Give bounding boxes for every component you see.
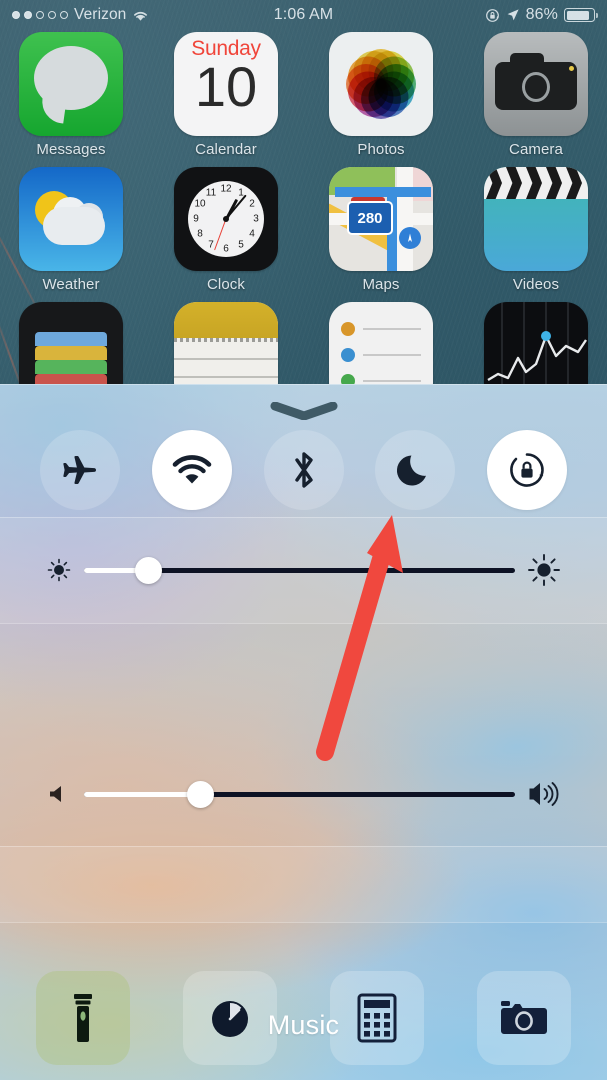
- clock-numeral: 9: [193, 213, 199, 225]
- maps-highway-shield: 280: [347, 201, 393, 235]
- separator-1: [0, 517, 607, 518]
- wifi-icon: [134, 11, 148, 21]
- app-maps[interactable]: 280 Maps: [328, 167, 434, 293]
- clock-numeral: 1: [238, 187, 244, 199]
- clock-numeral: 2: [249, 198, 255, 210]
- app-calendar[interactable]: Sunday 10 Calendar: [173, 32, 279, 158]
- battery-percent-label: 86%: [525, 6, 558, 23]
- separator-2: [0, 623, 607, 624]
- flashlight-icon: [74, 994, 92, 1042]
- calendar-day: 10: [194, 55, 258, 118]
- brightness-slider-track[interactable]: [84, 556, 515, 584]
- clock-numeral: 7: [208, 239, 214, 251]
- status-bar: Verizon 1:06 AM 86%: [0, 0, 607, 30]
- calendar-icon: Sunday 10: [174, 32, 278, 136]
- calculator-icon: [357, 993, 397, 1043]
- speaker-loud-icon: [529, 782, 559, 806]
- wifi-toggle[interactable]: [151, 430, 232, 510]
- rotation-lock-icon: [485, 8, 499, 22]
- app-label: Weather: [42, 276, 100, 293]
- moon-icon: [397, 455, 427, 486]
- app-label: Messages: [36, 141, 106, 158]
- camera-icon: [484, 32, 588, 136]
- bluetooth-toggle[interactable]: [263, 430, 344, 510]
- airdrop-band: [0, 846, 607, 922]
- brightness-slider-thumb[interactable]: [135, 556, 163, 584]
- weather-icon: [19, 167, 123, 271]
- app-label: Videos: [512, 276, 560, 293]
- clock-numeral: 3: [253, 213, 259, 225]
- brightness-high-icon: [528, 554, 560, 586]
- grabber-handle[interactable]: [270, 401, 338, 421]
- clock-numeral: 6: [223, 243, 229, 255]
- speaker-mute-icon: [50, 786, 61, 802]
- status-bar-right: 86%: [485, 6, 598, 24]
- separator-4: [0, 922, 607, 923]
- clock-numeral: 11: [205, 187, 217, 199]
- app-camera[interactable]: Camera: [483, 32, 589, 158]
- home-row-2: Weather 1 2 3 4 5 6 7 8 9 10 11 12 Clock 280: [18, 167, 589, 293]
- app-messages[interactable]: Messages: [18, 32, 124, 158]
- shortcut-row: [0, 970, 607, 1066]
- wifi-icon: [172, 455, 212, 484]
- rotation-lock-icon: [510, 453, 544, 487]
- signal-strength-dots: [12, 11, 68, 19]
- app-label: Maps: [362, 276, 400, 293]
- volume-slider-track[interactable]: [84, 780, 515, 808]
- bluetooth-icon: [294, 452, 313, 488]
- location-arrow-icon: [507, 9, 519, 21]
- home-screen-grid: Messages Sunday 10 Calendar Photos Camer…: [0, 32, 607, 437]
- battery-icon: [564, 8, 598, 22]
- separator-3: [0, 846, 607, 847]
- clock-numeral: 8: [197, 228, 203, 240]
- messages-icon: [19, 32, 123, 136]
- app-label: Calendar: [195, 141, 257, 158]
- home-row-1: Messages Sunday 10 Calendar Photos Camer…: [18, 32, 589, 158]
- app-videos[interactable]: Videos: [483, 167, 589, 293]
- volume-slider-thumb[interactable]: [186, 780, 214, 808]
- do-not-disturb-toggle[interactable]: [375, 430, 456, 510]
- toggle-row: [0, 428, 607, 512]
- calculator-button[interactable]: [330, 971, 424, 1065]
- compass-needle-icon: [408, 233, 412, 242]
- volume-slider-row: [0, 772, 607, 816]
- camera-button[interactable]: [477, 971, 571, 1065]
- brightness-slider-row: [0, 548, 607, 592]
- flashlight-button[interactable]: [36, 971, 130, 1065]
- app-label: Camera: [509, 141, 563, 158]
- app-clock[interactable]: 1 2 3 4 5 6 7 8 9 10 11 12 Clock: [173, 167, 279, 293]
- rotation-lock-toggle[interactable]: [487, 430, 567, 510]
- clock-numeral: 5: [238, 239, 244, 251]
- signal-dot: [60, 11, 68, 19]
- control-center-top-edge: [0, 384, 607, 385]
- app-label: Photos: [357, 141, 405, 158]
- clock-numeral: 12: [220, 183, 232, 195]
- timer-button[interactable]: [183, 971, 277, 1065]
- brightness-low-icon: [47, 558, 71, 582]
- control-center-panel: Music: [0, 384, 607, 1080]
- signal-dot: [48, 11, 56, 19]
- iphone-screen: Verizon 1:06 AM 86% Messages Sunday 10 C…: [0, 0, 607, 1080]
- maps-icon: 280: [329, 167, 433, 271]
- signal-dot: [24, 11, 32, 19]
- camera-icon: [501, 1001, 547, 1034]
- app-label: Clock: [206, 276, 245, 293]
- airplane-mode-toggle[interactable]: [40, 430, 120, 510]
- clock-numeral: 10: [194, 198, 206, 210]
- clock-numeral: 4: [249, 228, 255, 240]
- signal-dot: [12, 11, 20, 19]
- airplane-icon: [63, 456, 96, 484]
- app-weather[interactable]: Weather: [18, 167, 124, 293]
- clock-icon: 1 2 3 4 5 6 7 8 9 10 11 12: [174, 167, 278, 271]
- videos-icon: [484, 167, 588, 271]
- timer-icon: [212, 1001, 248, 1037]
- app-photos[interactable]: Photos: [328, 32, 434, 158]
- photos-icon: [329, 32, 433, 136]
- signal-dot: [36, 11, 44, 19]
- carrier-label: Verizon: [74, 6, 127, 23]
- status-bar-left: Verizon: [12, 6, 485, 24]
